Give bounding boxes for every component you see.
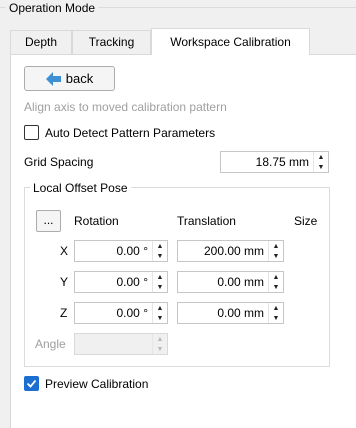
translation-y-value[interactable]: 0.00 mm bbox=[178, 272, 268, 292]
pose-options-button[interactable]: ... bbox=[36, 210, 61, 232]
translation-z-spinbox[interactable]: 0.00 mm ▲ ▼ bbox=[177, 302, 284, 324]
spin-down-icon[interactable]: ▼ bbox=[153, 251, 167, 261]
grid-spacing-value[interactable]: 18.75 mm bbox=[221, 152, 313, 172]
rotation-x-spinbox[interactable]: 0.00 ° ▲ ▼ bbox=[74, 240, 168, 262]
spin-down-icon[interactable]: ▼ bbox=[269, 313, 283, 323]
rotation-header: Rotation bbox=[74, 214, 119, 228]
back-button[interactable]: back bbox=[24, 66, 115, 91]
axis-y-label: Y bbox=[60, 275, 69, 289]
grid-spacing-spinbox[interactable]: 18.75 mm ▲ ▼ bbox=[220, 151, 329, 173]
spin-down-icon[interactable]: ▼ bbox=[314, 162, 328, 172]
translation-x-spinbox[interactable]: 200.00 mm ▲ ▼ bbox=[177, 240, 284, 262]
checkmark-icon bbox=[26, 379, 37, 388]
preview-calibration-checkbox[interactable] bbox=[24, 376, 39, 391]
size-header: Size bbox=[294, 214, 318, 228]
tab-depth[interactable]: Depth bbox=[10, 30, 72, 54]
spin-up-icon[interactable]: ▲ bbox=[153, 272, 167, 282]
rotation-z-spinbox[interactable]: 0.00 ° ▲ ▼ bbox=[74, 302, 168, 324]
spin-up-icon: ▲ bbox=[156, 335, 164, 343]
preview-calibration-label[interactable]: Preview Calibration bbox=[45, 377, 148, 391]
translation-z-value[interactable]: 0.00 mm bbox=[178, 303, 268, 323]
spin-up-icon[interactable]: ▲ bbox=[269, 272, 283, 282]
spin-up-icon[interactable]: ▲ bbox=[314, 152, 328, 162]
back-button-label: back bbox=[65, 71, 94, 86]
spin-down-icon[interactable]: ▼ bbox=[153, 313, 167, 323]
translation-header: Translation bbox=[177, 214, 236, 228]
local-offset-pose-title: Local Offset Pose bbox=[30, 181, 131, 195]
spin-up-icon[interactable]: ▲ bbox=[269, 303, 283, 313]
auto-detect-label[interactable]: Auto Detect Pattern Parameters bbox=[45, 126, 215, 140]
translation-y-spinbox[interactable]: 0.00 mm ▲ ▼ bbox=[177, 271, 284, 293]
spin-up-icon[interactable]: ▲ bbox=[269, 241, 283, 251]
spin-up-icon[interactable]: ▲ bbox=[153, 303, 167, 313]
spin-down-icon[interactable]: ▼ bbox=[269, 251, 283, 261]
spin-down-icon[interactable]: ▼ bbox=[269, 282, 283, 292]
grid-spacing-label: Grid Spacing bbox=[24, 155, 94, 169]
axis-z-label: Z bbox=[60, 306, 68, 320]
hint-text: Align axis to moved calibration pattern bbox=[24, 100, 227, 114]
tab-workspace-calibration[interactable]: Workspace Calibration bbox=[151, 28, 310, 55]
rotation-y-spinbox[interactable]: 0.00 ° ▲ ▼ bbox=[74, 271, 168, 293]
rotation-y-value[interactable]: 0.00 ° bbox=[75, 272, 152, 292]
tab-tracking[interactable]: Tracking bbox=[72, 30, 151, 54]
group-title: Operation Mode bbox=[6, 1, 99, 15]
angle-value bbox=[75, 334, 152, 354]
axis-x-label: X bbox=[60, 244, 69, 258]
spin-down-icon: ▼ bbox=[156, 345, 164, 353]
spin-up-icon[interactable]: ▲ bbox=[153, 241, 167, 251]
back-arrow-icon bbox=[45, 71, 62, 86]
angle-spinbox: ▲ ▼ bbox=[74, 333, 168, 355]
auto-detect-checkbox[interactable] bbox=[24, 125, 39, 140]
spin-down-icon[interactable]: ▼ bbox=[153, 282, 167, 292]
translation-x-value[interactable]: 200.00 mm bbox=[178, 241, 268, 261]
rotation-x-value[interactable]: 0.00 ° bbox=[75, 241, 152, 261]
rotation-z-value[interactable]: 0.00 ° bbox=[75, 303, 152, 323]
angle-label: Angle bbox=[35, 337, 66, 351]
